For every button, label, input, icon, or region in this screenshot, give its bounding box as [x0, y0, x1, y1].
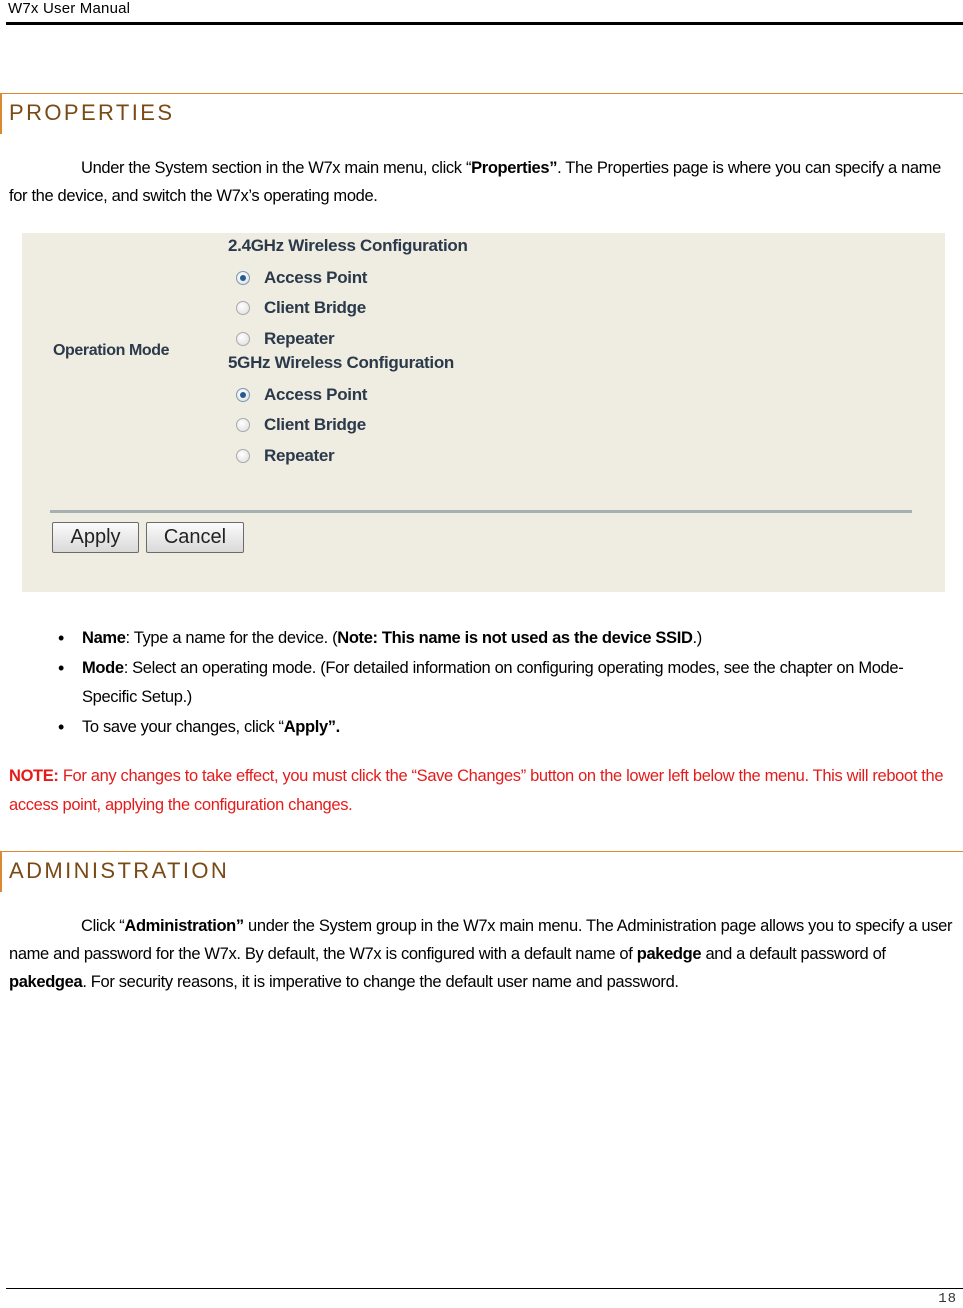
radio-unchecked-icon[interactable]	[236, 449, 250, 463]
bullet-bold: Note: This name is not used as the devic…	[337, 629, 693, 647]
apply-button[interactable]: Apply	[52, 522, 139, 553]
header-rule	[6, 22, 963, 25]
radio-checked-icon[interactable]	[236, 271, 250, 285]
group-heading-5ghz: 5GHz Wireless Configuration	[228, 353, 454, 372]
bullet-bold: Name	[82, 629, 126, 647]
bullet-text: .)	[692, 629, 703, 647]
radio-label: Repeater	[264, 446, 335, 465]
bullet-icon: •	[58, 717, 64, 737]
group-heading-24ghz: 2.4GHz Wireless Configuration	[228, 236, 468, 255]
page-number: 18	[938, 1291, 957, 1307]
section-heading-properties: PROPERTIES	[0, 93, 963, 134]
running-header: W7x User Manual	[8, 0, 131, 17]
bullet-text: : Type a name for the device. (	[125, 629, 338, 647]
administration-intro: Click “Administration” under the System …	[9, 912, 955, 996]
default-username: pakedge	[636, 945, 702, 963]
bullet-text: : Select an operating mode. (For detaile…	[82, 659, 904, 706]
intro-text: Under the System section in the W7x main…	[81, 159, 472, 177]
footer-rule	[6, 1288, 963, 1289]
intro-bold: Administration”	[124, 917, 244, 935]
radio-5-client-bridge[interactable]: Client Bridge	[236, 413, 366, 437]
heading-left-bar	[0, 94, 2, 134]
radio-label: Client Bridge	[264, 415, 366, 434]
radio-unchecked-icon[interactable]	[236, 418, 250, 432]
note-text: For any changes to take effect, you must…	[9, 767, 944, 814]
radio-24-repeater[interactable]: Repeater	[236, 327, 335, 351]
properties-screenshot: Operation Mode 2.4GHz Wireless Configura…	[22, 233, 945, 592]
intro-bold: Properties”	[471, 159, 558, 177]
radio-label: Access Point	[264, 268, 368, 287]
section-heading-administration: ADMINISTRATION	[0, 851, 963, 892]
radio-24-access-point[interactable]: Access Point	[236, 266, 367, 290]
radio-checked-icon[interactable]	[236, 388, 250, 402]
panel-divider	[50, 510, 912, 513]
heading-title: PROPERTIES	[9, 100, 175, 125]
properties-intro: Under the System section in the W7x main…	[9, 154, 955, 210]
bullet-bold: Apply”.	[283, 718, 341, 736]
radio-5-repeater[interactable]: Repeater	[236, 444, 335, 468]
cancel-button[interactable]: Cancel	[146, 522, 244, 553]
radio-5-access-point[interactable]: Access Point	[236, 383, 367, 407]
bullet-icon: •	[58, 658, 64, 678]
radio-unchecked-icon[interactable]	[236, 301, 250, 315]
radio-label: Client Bridge	[264, 298, 366, 317]
intro-text: and a default password of	[701, 945, 886, 963]
intro-text: . For security reasons, it is imperative…	[82, 973, 679, 991]
radio-24-client-bridge[interactable]: Client Bridge	[236, 296, 366, 320]
bullet-text: To save your changes, click “	[82, 718, 284, 736]
radio-label: Access Point	[264, 385, 368, 404]
radio-label: Repeater	[264, 329, 335, 348]
heading-title: ADMINISTRATION	[9, 858, 230, 883]
save-changes-note: NOTE: For any changes to take effect, yo…	[9, 762, 955, 820]
heading-left-bar	[0, 852, 2, 892]
intro-text: Click “	[81, 917, 125, 935]
default-password: pakedgea	[9, 973, 83, 991]
operation-mode-label: Operation Mode	[53, 342, 170, 359]
note-label: NOTE:	[9, 767, 59, 785]
bullet-icon: •	[58, 628, 64, 648]
bullet-bold: Mode	[82, 659, 124, 677]
radio-unchecked-icon[interactable]	[236, 332, 250, 346]
